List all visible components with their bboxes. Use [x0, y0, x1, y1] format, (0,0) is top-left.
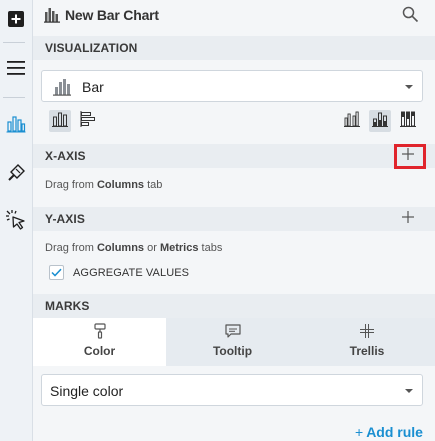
stacked-bars-option[interactable] [369, 110, 391, 132]
paint-roller-icon [93, 323, 106, 339]
chart-type-select[interactable]: Bar [41, 70, 423, 102]
visualization-label: VISUALIZATION [45, 41, 138, 55]
highlight-box [394, 144, 426, 169]
y-axis-hint-middle: or [144, 242, 160, 254]
checkmark-icon [51, 264, 62, 282]
bar-chart-icon [44, 7, 60, 28]
y-axis-label: Y-AXIS [45, 212, 85, 226]
vertical-bars-option[interactable] [49, 110, 71, 132]
y-axis-hint-prefix: Drag from [45, 242, 97, 254]
chart-type-value: Bar [82, 79, 104, 95]
paintbrush-icon [6, 163, 26, 188]
y-axis-hint-metrics: Metrics [159, 242, 199, 254]
x-axis-hint-suffix: tab [144, 179, 163, 191]
plus-square-icon [7, 10, 25, 33]
layers-button[interactable] [0, 55, 32, 85]
add-y-axis-button[interactable] [399, 210, 417, 228]
search-icon[interactable] [402, 6, 419, 28]
tab-color[interactable]: Color [33, 318, 166, 366]
page-title: New Bar Chart [65, 7, 159, 23]
tab-trellis[interactable]: Trellis [299, 318, 435, 366]
percent-stacked-bars-option[interactable] [397, 110, 419, 132]
pointer-click-icon [5, 209, 27, 236]
tab-tooltip-label: Tooltip [212, 344, 253, 358]
format-button[interactable] [0, 160, 32, 190]
interactions-button[interactable] [0, 207, 32, 237]
rail-divider [3, 97, 25, 98]
aggregate-values-label: AGGREGATE VALUES [73, 267, 190, 279]
speech-bubble-icon [224, 323, 241, 339]
percent-stacked-bars-icon [400, 111, 416, 132]
x-axis-label: X-AXIS [45, 149, 86, 163]
panel-header: New Bar Chart [33, 0, 435, 32]
bar-chart-icon [6, 115, 26, 138]
tab-color-label: Color [83, 344, 116, 358]
tab-tooltip[interactable]: Tooltip [166, 318, 299, 366]
rail-divider [3, 42, 25, 43]
add-rule-label: Add rule [366, 424, 423, 440]
y-axis-section-header: Y-AXIS [33, 207, 435, 231]
stacked-bars-icon [372, 111, 388, 132]
x-axis-section-header: X-AXIS [33, 144, 435, 168]
add-rule-link[interactable]: + Add rule [355, 424, 423, 440]
x-axis-hint-columns: Columns [96, 179, 145, 191]
clustered-bars-option[interactable] [341, 110, 363, 132]
bar-chart-type-icon [53, 78, 71, 101]
horizontal-bars-icon [80, 110, 96, 132]
y-axis-hint-suffix: tabs [198, 242, 223, 254]
plus-icon [402, 210, 414, 228]
y-axis-hint-columns: Columns [96, 242, 145, 254]
x-axis-hint: Drag from Columns tab [45, 179, 162, 191]
trellis-icon [360, 323, 374, 339]
chevron-down-icon [405, 389, 413, 393]
add-panel-button[interactable] [0, 6, 32, 36]
visualization-section-header: VISUALIZATION [33, 36, 435, 60]
vertical-bars-icon [52, 111, 68, 132]
marks-section-header: MARKS [33, 294, 435, 318]
marks-label: MARKS [45, 299, 90, 313]
horizontal-bars-option[interactable] [77, 110, 99, 132]
left-rail [0, 0, 33, 441]
chevron-down-icon [405, 85, 413, 89]
marks-tabs: Color Tooltip Trellis [33, 318, 435, 366]
visualization-button[interactable] [0, 111, 32, 141]
color-mode-select[interactable]: Single color [41, 374, 423, 406]
tab-trellis-label: Trellis [349, 344, 385, 358]
x-axis-hint-prefix: Drag from [45, 179, 97, 191]
clustered-bars-icon [344, 111, 360, 132]
y-axis-hint: Drag from Columns or Metrics tabs [45, 242, 222, 254]
aggregate-values-checkbox[interactable] [49, 265, 64, 280]
hamburger-menu-icon [6, 60, 26, 81]
chart-builder-panel: New Bar Chart VISUALIZATION Bar X-AXIS D… [33, 0, 435, 441]
plus-icon: + [355, 424, 364, 440]
color-mode-value: Single color [50, 383, 124, 399]
